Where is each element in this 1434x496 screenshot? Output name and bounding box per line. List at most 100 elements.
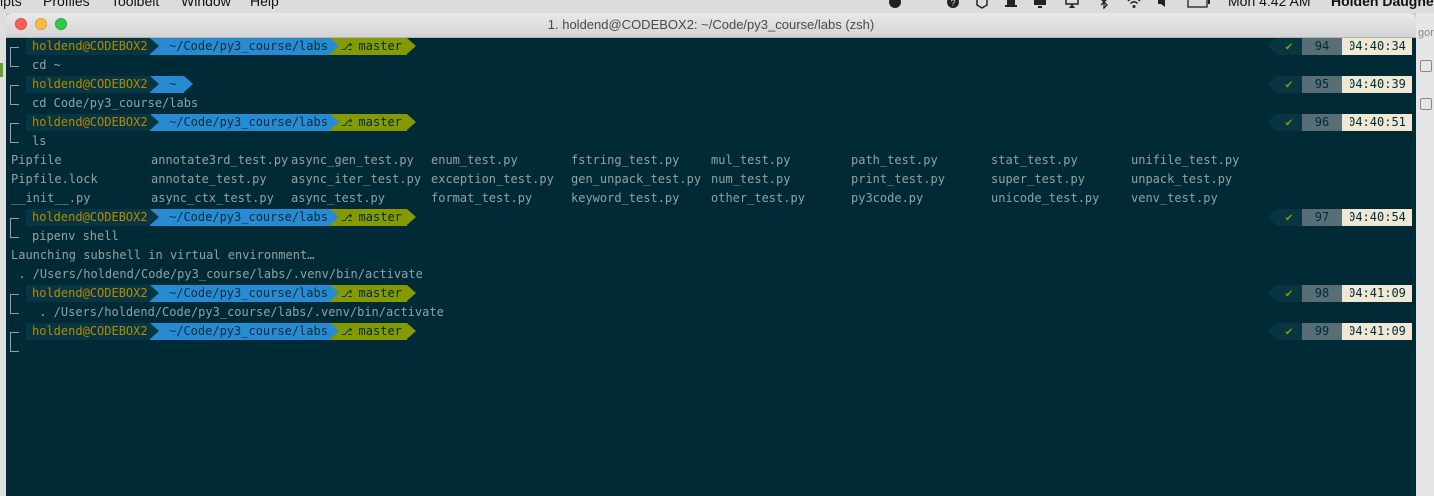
pipenv-output-line: . /Users/holdend/Code/py3_course/labs/.v… [6,265,1416,284]
file-name: gen_unpack_test.py [571,172,702,186]
file-name: num_test.py [711,172,791,186]
prompt-user-segment: holdend@CODEBOX2 [26,209,150,226]
wifi-status-icon[interactable] [1127,0,1141,9]
prompt-user-segment: holdend@CODEBOX2 [26,76,150,93]
powerline-separator-icon [407,209,416,225]
prompt-line: holdend@CODEBOX2 ~/Code/py3_course/labs ⎇ … [6,208,1416,228]
powerline-left-separator-icon [1302,114,1310,130]
powerline-left-separator-icon [1342,76,1350,92]
powerline-left-separator-icon [1268,38,1276,54]
exit-status-check-icon: ✔ [1276,38,1302,55]
hat-status-icon[interactable] [1004,0,1018,9]
powerline-separator-icon [330,38,339,54]
file-name: path_test.py [851,153,938,167]
file-name: Pipfile [11,153,62,167]
menu-item-scripts[interactable]: ipts [0,0,22,9]
exit-status-check-icon: ✔ [1276,323,1302,340]
powerline-separator-icon [150,76,159,92]
file-name: annotate3rd_test.py [151,153,289,167]
menu-item-help[interactable]: Help [250,0,279,9]
git-branch-icon: ⎇ [341,327,359,338]
command-line: cd Code/py3_course/labs [6,94,1416,113]
menu-item-toolbelt[interactable]: Toolbelt [111,0,159,9]
powerline-separator-icon [150,114,159,130]
powerline-left-separator-icon [1268,114,1276,130]
prompt-git-segment: ⎇ master ? [330,38,416,55]
prompt-bracket-bottom [10,341,19,352]
prompt-directory-segment: ~/Code/py3_course/labs [150,323,330,340]
command-line: cd ~ [6,56,1416,75]
prompt-directory-segment: ~/Code/py3_course/labs [150,38,330,55]
window-titlebar[interactable]: 1. holdend@CODEBOX2: ~/Code/py3_course/l… [6,13,1416,38]
file-name: exception_test.py [431,172,554,186]
volume-status-icon[interactable] [1157,0,1171,9]
prompt-bracket-bottom [10,227,19,238]
prompt-line: holdend@CODEBOX2 ~/Code/py3_course/labs ⎇ … [6,37,1416,57]
powerline-left-separator-icon [1342,285,1350,301]
powerline-left-separator-icon [1342,114,1350,130]
box-status-icon[interactable] [975,0,989,9]
help-status-icon[interactable]: ? [946,0,960,9]
command-text: . /Users/holdend/Code/py3_course/labs/.v… [32,305,444,319]
powerline-separator-icon [184,76,193,92]
prompt-line: holdend@CODEBOX2 ~/Code/py3_course/labs ⎇ … [6,322,1416,342]
prompt-directory-segment: ~/Code/py3_course/labs [150,285,330,302]
ls-output-row: __init__.py async_ctx_test.py async_test.p… [6,189,1416,208]
powerline-separator-icon [407,285,416,301]
prompt-bracket-bottom [10,56,19,67]
exit-status-check-icon: ✔ [1276,285,1302,302]
window-title: 1. holdend@CODEBOX2: ~/Code/py3_course/l… [547,17,875,32]
prompt-git-segment: ⎇ master ? [330,285,416,302]
file-name: unicode_test.py [991,191,1100,205]
exit-status-check-icon: ✔ [1276,76,1302,93]
file-name: super_test.py [991,172,1085,186]
prompt-time: 04:40:51 [1342,114,1412,131]
exit-status-check-icon: ✔ [1276,209,1302,226]
terminal-content[interactable]: holdend@CODEBOX2 ~/Code/py3_course/labs ⎇ … [6,37,1416,496]
file-name: mul_test.py [711,153,791,167]
terminal-window[interactable]: 1. holdend@CODEBOX2: ~/Code/py3_course/l… [6,13,1416,496]
battery-status-icon[interactable] [1187,0,1211,9]
file-name: unifile_test.py [1131,153,1240,167]
powerline-left-separator-icon [1342,323,1350,339]
menu-item-profiles[interactable]: Profiles [43,0,90,9]
status-app-icon[interactable] [888,0,902,9]
background-window-right-edge: gon [1416,13,1434,496]
command-line [6,341,1416,360]
airplay-status-icon[interactable] [1065,0,1079,9]
prompt-line: holdend@CODEBOX2 ~/Code/py3_course/labs ⎇ … [6,284,1416,304]
powerline-left-separator-icon [1268,76,1276,92]
file-name: venv_test.py [1131,191,1218,205]
powerline-separator-icon [407,114,416,130]
background-checkbox-icon [1420,98,1432,110]
prompt-git-segment: ⎇ master ? [330,323,416,340]
bluetooth-status-icon[interactable] [1097,0,1111,10]
command-text: cd Code/py3_course/labs [32,96,199,110]
powerline-separator-icon [150,285,159,301]
file-name: async_gen_test.py [291,153,414,167]
command-line: pipenv shell [6,227,1416,246]
output-text: Launching subshell in virtual environmen… [11,248,315,262]
powerline-separator-icon [330,209,339,225]
prompt-user-segment: holdend@CODEBOX2 [26,38,150,55]
menubar-user[interactable]: Holden Daughe [1331,0,1434,9]
file-name: async_test.py [291,191,385,205]
prompt-line: holdend@CODEBOX2 ~/Code/py3_course/labs ⎇ … [6,113,1416,133]
powerline-left-separator-icon [1302,38,1310,54]
command-line: ls [6,132,1416,151]
prompt-bracket-bottom [10,94,19,105]
prompt-line: holdend@CODEBOX2 ~ ✔ 95 04:40:39 [6,75,1416,95]
file-name: print_test.py [851,172,945,186]
command-text: ls [32,134,47,148]
ls-output-row: Pipfile annotate3rd_test.py async_gen_test… [6,151,1416,170]
powerline-left-separator-icon [1268,323,1276,339]
menubar-clock[interactable]: Mon 4:42 AM [1228,0,1311,9]
command-line: . /Users/holdend/Code/py3_course/labs/.v… [6,303,1416,322]
display-status-icon[interactable] [1033,0,1047,9]
prompt-bracket-bottom [10,132,19,143]
git-branch-icon: ⎇ [341,42,359,53]
menu-item-window[interactable]: Window [181,0,231,9]
powerline-separator-icon [330,285,339,301]
pipenv-output-line: Launching subshell in virtual environmen… [6,246,1416,265]
background-checkbox-icon [1420,60,1432,72]
